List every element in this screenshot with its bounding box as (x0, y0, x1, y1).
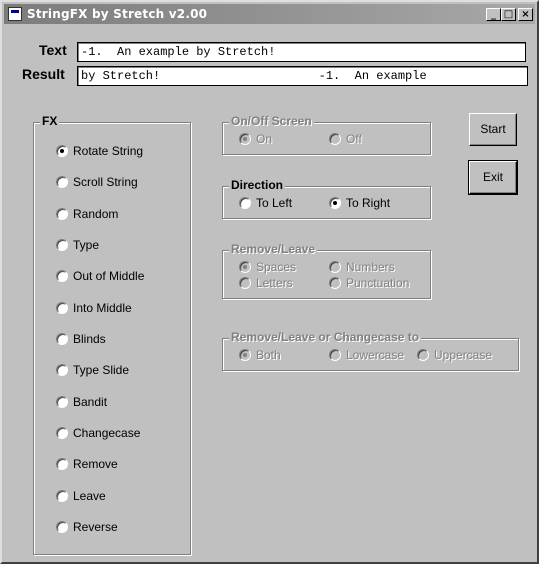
radio-to-left[interactable]: To Left (239, 196, 292, 212)
radio-leave[interactable]: Leave (56, 489, 106, 505)
radio-on-screen[interactable]: On (239, 132, 272, 148)
radio-random[interactable]: Random (56, 207, 118, 223)
radio-numbers[interactable]: Numbers (329, 260, 395, 276)
close-button[interactable]: × (518, 8, 533, 21)
radio-type[interactable]: Type (56, 238, 99, 254)
changecase-group-title: Remove/Leave or Changecase to (229, 330, 422, 344)
radio-out-of-middle[interactable]: Out of Middle (56, 269, 144, 285)
changecase-group: Remove/Leave or Changecase to Both Lower… (222, 330, 519, 371)
text-label: Text (39, 42, 67, 58)
app-icon (8, 7, 22, 21)
remove-leave-group: Remove/Leave Spaces Numbers Letters Punc… (222, 242, 431, 299)
window-title: StringFX by Stretch v2.00 (27, 7, 208, 21)
radio-uppercase[interactable]: Uppercase (417, 348, 492, 364)
title-bar: StringFX by Stretch v2.00 _ □ × (4, 4, 535, 24)
onoff-group: On/Off Screen On Off (222, 114, 431, 155)
maximize-button[interactable]: □ (501, 8, 516, 21)
radio-lowercase[interactable]: Lowercase (329, 348, 404, 364)
direction-group: Direction To Left To Right (222, 178, 431, 219)
fx-group: FX Rotate String Scroll String Random Ty… (33, 114, 191, 555)
text-input[interactable]: -1. An example by Stretch! (77, 42, 526, 62)
exit-button[interactable]: Exit (468, 160, 518, 195)
remove-leave-group-title: Remove/Leave (229, 242, 318, 256)
radio-off-screen[interactable]: Off (329, 132, 362, 148)
radio-into-middle[interactable]: Into Middle (56, 301, 132, 317)
radio-scroll-string[interactable]: Scroll String (56, 175, 138, 191)
radio-reverse[interactable]: Reverse (56, 520, 118, 536)
radio-punctuation[interactable]: Punctuation (329, 276, 409, 292)
result-field[interactable]: by Stretch! -1. An example (77, 66, 528, 86)
radio-both[interactable]: Both (239, 348, 281, 364)
fx-group-title: FX (40, 114, 60, 128)
app-window: StringFX by Stretch v2.00 _ □ × Text -1.… (0, 0, 539, 564)
radio-dot (56, 145, 68, 157)
direction-group-title: Direction (229, 178, 286, 192)
radio-changecase[interactable]: Changecase (56, 426, 140, 442)
radio-bandit[interactable]: Bandit (56, 395, 107, 411)
start-button[interactable]: Start (469, 113, 517, 146)
radio-spaces[interactable]: Spaces (239, 260, 296, 276)
minimize-button[interactable]: _ (486, 8, 501, 21)
result-label: Result (22, 66, 65, 82)
radio-remove[interactable]: Remove (56, 457, 118, 473)
radio-letters[interactable]: Letters (239, 276, 293, 292)
onoff-group-title: On/Off Screen (229, 114, 314, 128)
radio-to-right[interactable]: To Right (329, 196, 390, 212)
radio-type-slide[interactable]: Type Slide (56, 363, 129, 379)
radio-blinds[interactable]: Blinds (56, 332, 106, 348)
radio-rotate-string[interactable]: Rotate String (56, 144, 143, 160)
